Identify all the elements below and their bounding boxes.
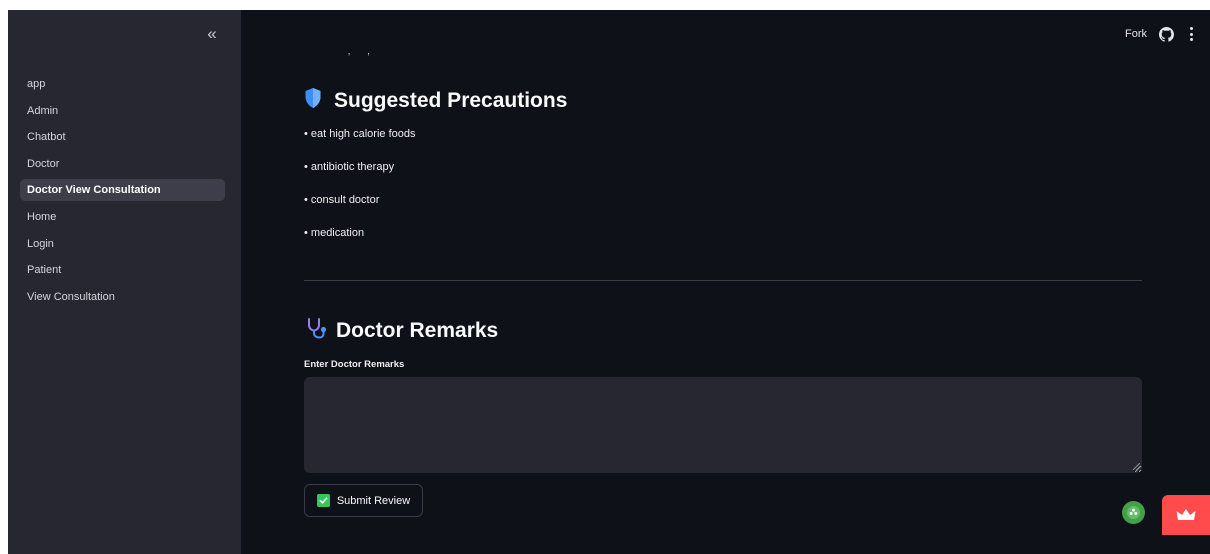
sidebar-item-login[interactable]: Login — [20, 233, 225, 255]
section-divider — [304, 280, 1142, 281]
submit-review-label: Submit Review — [336, 494, 411, 507]
submit-review-button[interactable]: Submit Review — [304, 484, 423, 517]
sidebar-item-doctor[interactable]: Doctor — [20, 153, 225, 175]
sidebar-item-view-consultation[interactable]: View Consultation — [20, 286, 225, 308]
kebab-menu-icon[interactable] — [1186, 27, 1196, 41]
sidebar-item-chatbot[interactable]: Chatbot — [20, 126, 225, 148]
doctor-remarks-textarea[interactable] — [304, 377, 1142, 473]
remarks-title: Doctor Remarks — [336, 318, 499, 342]
sidebar-item-patient[interactable]: Patient — [20, 259, 225, 281]
list-item: • antibiotic therapy — [304, 161, 395, 173]
remarks-input-label: Enter Doctor Remarks — [304, 359, 405, 370]
sidebar-nav: app Admin Chatbot Doctor Doctor View Con… — [20, 73, 225, 312]
sidebar-item-app[interactable]: app — [20, 73, 225, 95]
sidebar-item-admin[interactable]: Admin — [20, 100, 225, 122]
list-item: • consult doctor — [304, 194, 380, 206]
double-chevron-left-icon: « — [207, 24, 217, 43]
sidebar: « app Admin Chatbot Doctor Doctor View C… — [8, 10, 241, 554]
sidebar-item-doctor-view-consultation[interactable]: Doctor View Consultation — [20, 179, 225, 202]
app-status-icon[interactable] — [1122, 501, 1145, 524]
list-item: • eat high calorie foods — [304, 128, 416, 140]
sidebar-item-home[interactable]: Home — [20, 206, 225, 228]
list-item: • medication — [304, 227, 365, 239]
shield-icon — [304, 87, 322, 114]
precautions-title: Suggested Precautions — [334, 88, 568, 112]
collapse-sidebar-button[interactable]: « — [202, 24, 222, 44]
textarea-resize-handle[interactable] — [1133, 463, 1140, 470]
precaution-list: • eat high calorie foods • antibiotic th… — [304, 126, 415, 258]
app-frame: « app Admin Chatbot Doctor Doctor View C… — [8, 10, 1210, 554]
github-icon[interactable] — [1159, 26, 1174, 42]
crown-icon[interactable] — [1162, 495, 1210, 535]
clipped-text: ~ ~ ~ , ~ , — [313, 53, 493, 57]
precautions-heading: Suggested Precautions — [304, 87, 567, 114]
stethoscope-icon — [304, 316, 328, 345]
fork-button[interactable]: Fork — [1125, 28, 1147, 40]
check-icon — [316, 494, 330, 507]
remarks-heading: Doctor Remarks — [304, 316, 498, 345]
top-toolbar: Fork — [1125, 24, 1196, 44]
clipped-text-line: ~ ~ ~ , ~ , — [313, 53, 493, 59]
